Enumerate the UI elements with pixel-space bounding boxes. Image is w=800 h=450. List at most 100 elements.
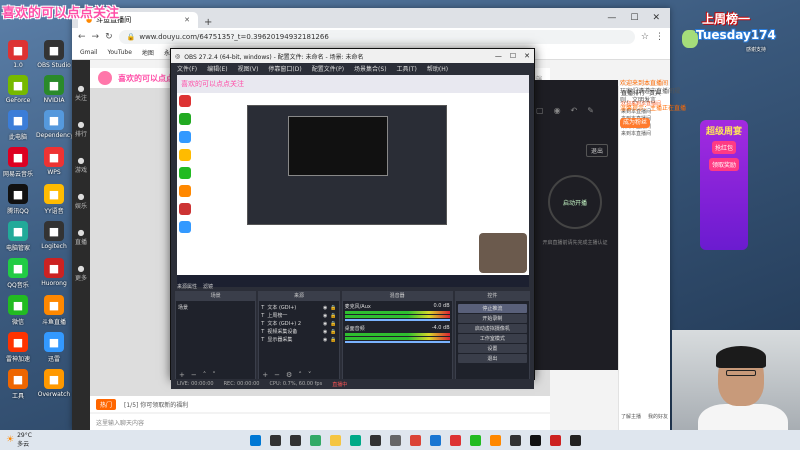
control-button[interactable]: 开始录制 — [457, 314, 527, 323]
source-properties-tab[interactable]: 来源属性 — [177, 283, 197, 291]
task-view-icon[interactable] — [290, 434, 301, 446]
add-icon[interactable]: + — [179, 371, 185, 379]
new-tab-icon[interactable]: + — [204, 17, 212, 28]
eye-icon[interactable]: ◉ — [323, 313, 327, 319]
settings-icon[interactable] — [390, 434, 401, 446]
forward-icon[interactable]: → — [92, 32, 100, 42]
desktop-icon[interactable]: ■ NVIDIA — [36, 75, 72, 104]
source-item[interactable]: T 显示器采集 ◉ 🔒 — [261, 336, 336, 344]
rail-item[interactable]: ● 关注 — [75, 84, 87, 102]
maximize-icon[interactable]: ☐ — [630, 13, 638, 23]
menu-icon[interactable]: ⋮ — [655, 32, 664, 42]
lock-icon[interactable]: 🔒 — [330, 313, 336, 319]
widgets-icon[interactable] — [310, 434, 321, 446]
desktop-icon[interactable]: ■ 电脑管家 — [0, 221, 36, 252]
source-item[interactable]: T 文本 (GDI+) ◉ 🔒 — [261, 304, 336, 312]
desktop-icon[interactable]: ■ 雷神加速 — [0, 332, 36, 363]
edge-icon[interactable] — [350, 434, 361, 446]
minimize-icon[interactable]: — — [607, 13, 616, 23]
wechat-icon[interactable] — [470, 434, 481, 446]
my-friends-link[interactable]: 我的好友 — [648, 413, 668, 420]
desktop-icon[interactable]: ■ 迅雷 — [36, 332, 72, 363]
record-icon[interactable]: ◉ — [554, 106, 561, 115]
close-window-icon[interactable]: ✕ — [524, 52, 530, 60]
scene-item[interactable]: 场景 — [178, 304, 253, 311]
bookmark-item[interactable]: Gmail — [80, 49, 98, 56]
obs-menu-item[interactable]: 视图(V) — [238, 64, 259, 73]
store-icon[interactable] — [370, 434, 381, 446]
terminal-icon[interactable] — [570, 434, 581, 446]
gear-icon[interactable]: ⚙ — [286, 371, 292, 379]
exit-button[interactable]: 退出 — [585, 144, 608, 157]
close-tab-icon[interactable]: ✕ — [184, 16, 190, 24]
star-icon[interactable]: ☆ — [641, 32, 649, 42]
game-icon[interactable] — [550, 434, 561, 446]
down-icon[interactable]: ˅ — [212, 371, 216, 379]
obs-preview[interactable]: 喜欢的可以点点关注 — [177, 75, 529, 287]
about-streamer-link[interactable]: 了解主播 — [621, 413, 641, 420]
obs-icon[interactable] — [510, 434, 521, 446]
desktop-icon[interactable]: ■ 网易云音乐 — [0, 147, 36, 178]
lock-icon[interactable]: 🔒 — [330, 305, 336, 311]
add-icon[interactable]: + — [262, 371, 268, 379]
obs-menu-item[interactable]: 编辑(E) — [207, 64, 227, 73]
filters-tab[interactable]: 滤镜 — [203, 283, 213, 291]
subscribe-button[interactable]: 成为粉丝 — [620, 117, 651, 128]
control-button[interactable]: 启动虚拟摄像机 — [457, 324, 527, 333]
obs-menu-item[interactable]: 帮助(H) — [427, 64, 448, 73]
mail-icon[interactable] — [430, 434, 441, 446]
eye-icon[interactable]: ◉ — [323, 329, 327, 335]
trash-icon[interactable]: ▢ — [536, 106, 544, 115]
chat-input[interactable]: 这里输入聊天内容 — [96, 418, 144, 427]
obs-menu-item[interactable]: 停靠窗口(D) — [268, 64, 301, 73]
volume-slider[interactable] — [344, 341, 450, 343]
close-window-icon[interactable]: ✕ — [652, 13, 660, 23]
lock-icon[interactable]: 🔒 — [330, 321, 336, 327]
chrome-icon[interactable] — [410, 434, 421, 446]
minimize-icon[interactable]: — — [495, 52, 502, 60]
remove-icon[interactable]: − — [191, 371, 197, 379]
desktop-icon[interactable]: ■ 1.0 — [0, 40, 36, 69]
desktop-icon[interactable]: ■ Logitech — [36, 221, 72, 252]
control-button[interactable]: 工作室模式 — [457, 334, 527, 343]
rail-item[interactable]: ● 娱乐 — [75, 192, 87, 210]
desktop-icon[interactable]: ■ 斗鱼直播 — [36, 295, 72, 326]
up-icon[interactable]: ˄ — [298, 371, 302, 379]
desktop-icon[interactable]: ■ Overwatch — [36, 369, 72, 400]
rail-item[interactable]: ● 排行 — [75, 120, 87, 138]
douyu-icon[interactable] — [490, 434, 501, 446]
back-icon[interactable]: ← — [78, 32, 86, 42]
rail-item[interactable]: ● 更多 — [75, 264, 87, 282]
up-icon[interactable]: ˄ — [203, 371, 207, 379]
windows-icon[interactable] — [250, 434, 261, 446]
streamer-avatar[interactable] — [98, 71, 112, 85]
pen-icon[interactable]: ✎ — [587, 106, 594, 115]
rail-item[interactable]: ● 直播 — [75, 228, 87, 246]
reload-icon[interactable]: ↻ — [105, 32, 113, 42]
promo-banner[interactable]: 超级周宴 抢红包 领取奖励 — [700, 120, 748, 250]
source-item[interactable]: T 上周榜一 ◉ 🔒 — [261, 312, 336, 320]
desktop-icon[interactable]: ■ WPS — [36, 147, 72, 178]
desktop-icon[interactable]: ■ 微信 — [0, 295, 36, 326]
lock-icon[interactable]: 🔒 — [330, 337, 336, 343]
promo-button[interactable]: 领取奖励 — [708, 158, 739, 171]
lock-icon[interactable]: 🔒 — [330, 329, 336, 335]
qq-icon[interactable] — [530, 434, 541, 446]
obs-menu-item[interactable]: 工具(T) — [397, 64, 417, 73]
maximize-icon[interactable]: ☐ — [510, 52, 516, 60]
weather-widget[interactable]: ☀ 29°C 多云 — [0, 432, 120, 448]
desktop-icon[interactable]: ■ YY语音 — [36, 184, 72, 215]
promo-button[interactable]: 抢红包 — [711, 141, 736, 154]
eye-icon[interactable]: ◉ — [323, 337, 327, 343]
down-icon[interactable]: ˅ — [308, 371, 312, 379]
start-stream-button[interactable]: 启动开播 — [548, 175, 602, 229]
folder-icon[interactable] — [330, 434, 341, 446]
desktop-icon[interactable]: ■ Huorong — [36, 258, 72, 289]
obs-menu-item[interactable]: 文件(F) — [177, 64, 197, 73]
obs-menu-item[interactable]: 场景集合(S) — [354, 64, 387, 73]
desktop-icon[interactable]: ■ Dependency — [36, 110, 72, 141]
source-item[interactable]: T 视频采集设备 ◉ 🔒 — [261, 328, 336, 336]
player-bar-text[interactable]: [1/5] 你可领取新的福利 — [124, 400, 188, 409]
control-button[interactable]: 设置 — [457, 344, 527, 353]
desktop-icon[interactable]: ■ 腾讯QQ — [0, 184, 36, 215]
